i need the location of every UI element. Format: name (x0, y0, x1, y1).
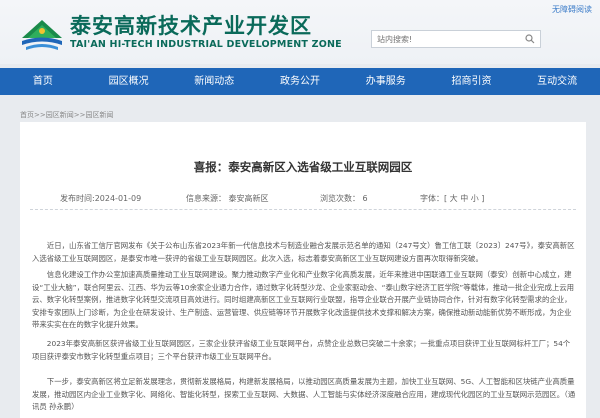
main-nav: 首页 园区概况 新闻动态 政务公开 办事服务 招商引资 互动交流 (0, 68, 600, 95)
nav-item-news[interactable]: 新闻动态 (171, 68, 257, 95)
meta-divider (30, 209, 576, 210)
nav-item-government[interactable]: 政务公开 (257, 68, 343, 95)
search-input[interactable] (372, 31, 512, 47)
site-name-cn[interactable]: 泰安高新技术产业开发区 (70, 10, 312, 40)
publish-date: 发布时间:2024-01-09 (60, 194, 142, 203)
page: 泰安高新技术产业开发区 TAI'AN HI-TECH INDUSTRIAL DE… (0, 0, 600, 418)
view-count: 浏览次数： 6 (320, 194, 368, 203)
article-panel: 喜报：泰安高新区入选省级工业互联网园区 发布时间:2024-01-09 信息来源… (20, 122, 586, 418)
breadcrumb[interactable]: 首页>>园区新闻>>园区新闻 (20, 110, 113, 120)
search-button[interactable] (520, 31, 540, 47)
nav-item-investment[interactable]: 招商引资 (429, 68, 515, 95)
nav-item-interaction[interactable]: 互动交流 (514, 68, 600, 95)
site-header: 泰安高新技术产业开发区 TAI'AN HI-TECH INDUSTRIAL DE… (0, 0, 600, 64)
font-size-selector[interactable]: 字体：[ 大 中 小 ] (420, 193, 484, 204)
nav-item-overview[interactable]: 园区概况 (86, 68, 172, 95)
article-paragraph-3: 2023年泰安高新区获评省级工业互联网园区，三家企业获评省级工业互联网平台，点赞… (32, 339, 571, 361)
search-box (371, 30, 541, 48)
article-title: 喜报：泰安高新区入选省级工业互联网园区 (193, 160, 413, 174)
accessibility-link[interactable]: 无障碍阅读 (552, 4, 592, 15)
site-logo-icon[interactable] (20, 14, 64, 54)
article-paragraph-1: 近日，山东省工信厅官网发布《关于公布山东省2023年新一代信息技术与制造业融合发… (32, 241, 575, 263)
article-paragraph-2: 信息化建设工作办公室加速高质量推动工业互联网建设。聚力推动数字产业化和产业数字化… (32, 270, 575, 330)
nav-item-services[interactable]: 办事服务 (343, 68, 429, 95)
nav-item-home[interactable]: 首页 (0, 68, 86, 95)
info-source: 信息来源： 泰安高新区 (186, 194, 269, 203)
search-icon (525, 34, 535, 44)
site-name-en: TAI'AN HI-TECH INDUSTRIAL DEVELOPMENT ZO… (70, 39, 342, 50)
article-paragraph-4: 下一步，泰安高新区将立足新发展理念，贯彻新发展格局，构建新发展格局，以推动园区高… (32, 377, 576, 412)
